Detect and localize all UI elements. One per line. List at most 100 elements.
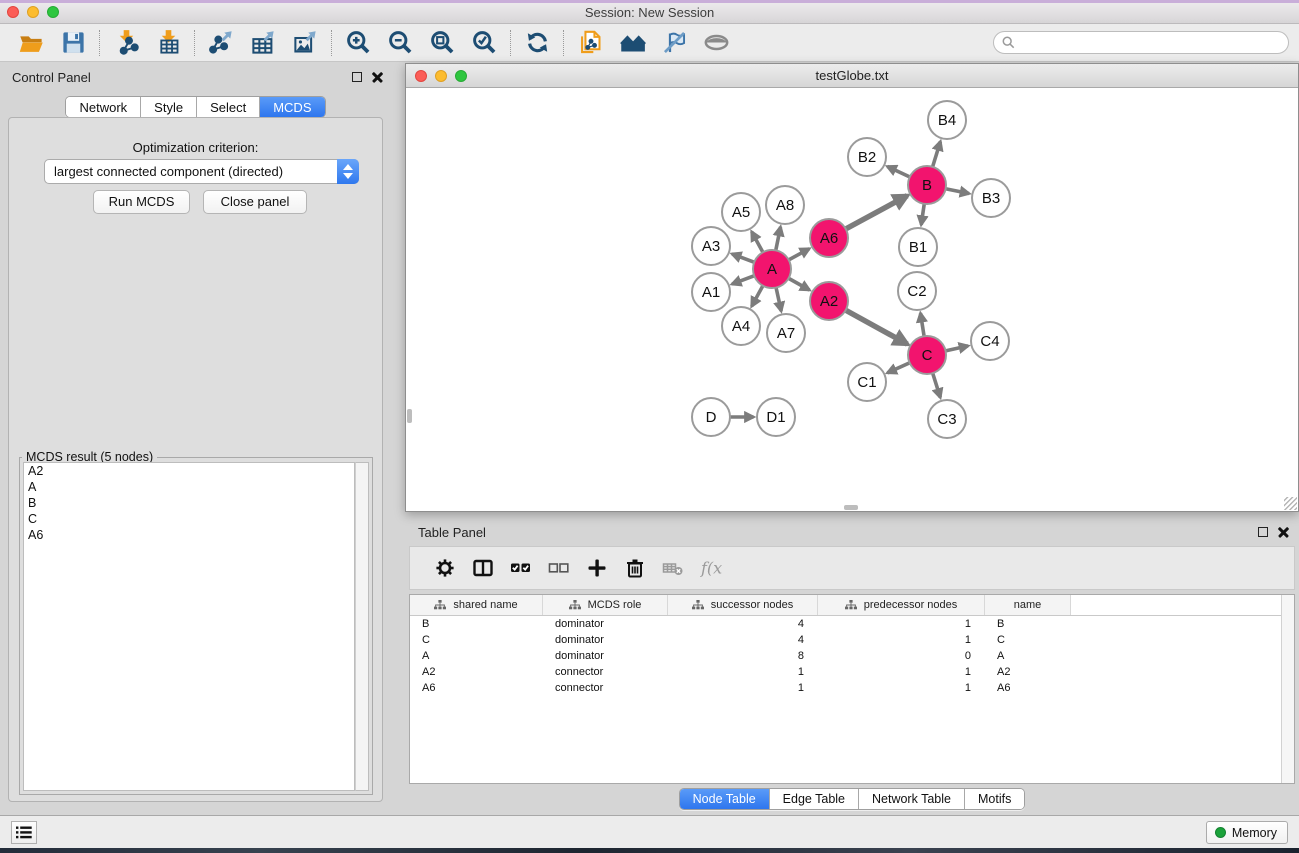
close-table-panel-icon[interactable]: [1278, 526, 1289, 537]
list-item[interactable]: A6: [24, 527, 354, 543]
column-header-successor-nodes[interactable]: successor nodes: [668, 595, 818, 615]
node-D[interactable]: D: [692, 398, 730, 436]
vertical-scroll-thumb[interactable]: [407, 409, 412, 423]
delete-row-icon[interactable]: [616, 552, 654, 584]
run-mcds-button[interactable]: Run MCDS: [93, 190, 190, 214]
import-table-icon[interactable]: [147, 27, 189, 59]
close-panel-button[interactable]: Close panel: [203, 190, 307, 214]
svg-text:C1: C1: [857, 374, 876, 391]
tab-motifs[interactable]: Motifs: [965, 789, 1024, 809]
table-row[interactable]: A2connector11A2: [410, 664, 1294, 680]
eye-icon[interactable]: [695, 27, 737, 59]
node-B2[interactable]: B2: [848, 138, 886, 176]
mcds-result-list[interactable]: A2ABCA6: [23, 462, 355, 791]
export-table-icon[interactable]: [242, 27, 284, 59]
control-panel-title: Control Panel: [12, 70, 91, 85]
node-A5[interactable]: A5: [722, 193, 760, 231]
node-A7[interactable]: A7: [767, 314, 805, 352]
tab-node-table[interactable]: Node Table: [680, 789, 770, 809]
table-row[interactable]: A6connector11A6: [410, 680, 1294, 696]
settings-gear-icon[interactable]: [426, 552, 464, 584]
delete-table-icon: [654, 552, 692, 584]
mcds-list-scrollbar[interactable]: [355, 462, 369, 791]
search-input[interactable]: [993, 31, 1289, 54]
node-B4[interactable]: B4: [928, 101, 966, 139]
svg-text:C2: C2: [907, 283, 926, 300]
column-view-icon[interactable]: [464, 552, 502, 584]
tab-network-table[interactable]: Network Table: [859, 789, 965, 809]
network-graph[interactable]: B4 B2 B B3 A8 A5 A6 A3 B1 A A1 C2 A2 A4 …: [406, 88, 1298, 511]
close-panel-icon[interactable]: [372, 71, 383, 82]
desktop-background: [0, 848, 1299, 853]
export-network-icon[interactable]: [200, 27, 242, 59]
node-C2[interactable]: C2: [898, 272, 936, 310]
add-row-icon[interactable]: [578, 552, 616, 584]
node-B[interactable]: B: [908, 166, 946, 204]
hide-flag-icon[interactable]: [653, 27, 695, 59]
table-scrollbar[interactable]: [1281, 595, 1294, 783]
node-A4[interactable]: A4: [722, 307, 760, 345]
svg-text:B: B: [922, 177, 932, 194]
resize-grip-icon[interactable]: [1284, 497, 1297, 510]
tab-select[interactable]: Select: [197, 97, 260, 117]
mcds-result-box: MCDS result (5 nodes) A2ABCA6: [19, 457, 373, 795]
export-image-icon[interactable]: [284, 27, 326, 59]
zoom-out-icon[interactable]: [379, 27, 421, 59]
select-all-icon[interactable]: [502, 552, 540, 584]
table-row[interactable]: Cdominator41C: [410, 632, 1294, 648]
node-C3[interactable]: C3: [928, 400, 966, 438]
clone-network-icon[interactable]: [569, 27, 611, 59]
zoom-selected-icon[interactable]: [463, 27, 505, 59]
node-A2[interactable]: A2: [810, 282, 848, 320]
float-table-panel-icon[interactable]: [1258, 527, 1268, 537]
tab-network[interactable]: Network: [66, 97, 141, 117]
tab-mcds[interactable]: MCDS: [260, 97, 324, 117]
criterion-dropdown[interactable]: largest connected component (directed): [44, 159, 359, 184]
list-item[interactable]: B: [24, 495, 354, 511]
node-C[interactable]: C: [908, 336, 946, 374]
table-row[interactable]: Bdominator41B: [410, 616, 1294, 632]
save-icon[interactable]: [52, 27, 94, 59]
network-window-titlebar[interactable]: testGlobe.txt: [406, 64, 1298, 88]
deselect-all-icon[interactable]: [540, 552, 578, 584]
node-A1[interactable]: A1: [692, 273, 730, 311]
svg-text:A7: A7: [777, 325, 795, 342]
table-toolbar: f(x): [409, 546, 1295, 590]
network-canvas[interactable]: B4 B2 B B3 A8 A5 A6 A3 B1 A A1 C2 A2 A4 …: [406, 88, 1298, 511]
node-A[interactable]: A: [753, 250, 791, 288]
list-item[interactable]: C: [24, 511, 354, 527]
table-cell: C: [410, 634, 543, 646]
column-header-shared-name[interactable]: shared name: [410, 595, 543, 615]
node-B1[interactable]: B1: [899, 228, 937, 266]
float-panel-icon[interactable]: [352, 72, 362, 82]
refresh-icon[interactable]: [516, 27, 558, 59]
column-header-predecessor-nodes[interactable]: predecessor nodes: [818, 595, 985, 615]
open-icon[interactable]: [10, 27, 52, 59]
node-D1[interactable]: D1: [757, 398, 795, 436]
table-row[interactable]: Adominator80A: [410, 648, 1294, 664]
horizontal-scroll-thumb[interactable]: [844, 505, 858, 510]
table-cell: dominator: [543, 634, 668, 646]
zoom-fit-icon[interactable]: [421, 27, 463, 59]
tab-edge-table[interactable]: Edge Table: [770, 789, 859, 809]
table-cell: 4: [668, 618, 818, 630]
node-C4[interactable]: C4: [971, 322, 1009, 360]
node-C1[interactable]: C1: [848, 363, 886, 401]
node-A6[interactable]: A6: [810, 219, 848, 257]
svg-text:A1: A1: [702, 284, 720, 301]
import-network-icon[interactable]: [105, 27, 147, 59]
home-icon[interactable]: [611, 27, 653, 59]
zoom-in-icon[interactable]: [337, 27, 379, 59]
table-cell: 1: [668, 666, 818, 678]
node-B3[interactable]: B3: [972, 179, 1010, 217]
list-item[interactable]: A2: [24, 463, 354, 479]
memory-button[interactable]: Memory: [1206, 821, 1288, 844]
svg-text:A2: A2: [820, 293, 838, 310]
node-A8[interactable]: A8: [766, 186, 804, 224]
column-header-MCDS-role[interactable]: MCDS role: [543, 595, 668, 615]
tab-style[interactable]: Style: [141, 97, 197, 117]
show-panels-button[interactable]: [11, 821, 37, 844]
list-item[interactable]: A: [24, 479, 354, 495]
node-A3[interactable]: A3: [692, 227, 730, 265]
column-header-name[interactable]: name: [985, 595, 1071, 615]
